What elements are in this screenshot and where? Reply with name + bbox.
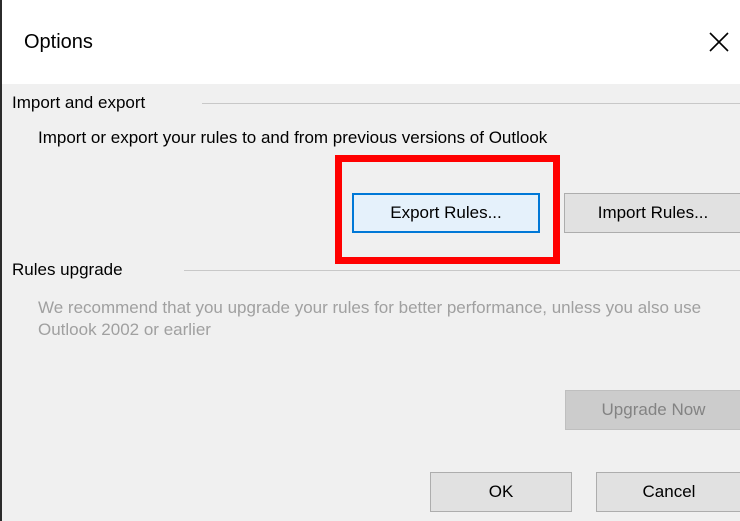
title-bar: Options	[2, 0, 740, 84]
rules-upgrade-heading: Rules upgrade	[12, 260, 133, 280]
close-button[interactable]	[696, 0, 740, 84]
upgrade-now-button[interactable]: Upgrade Now	[565, 390, 740, 430]
ok-button[interactable]: OK	[430, 472, 572, 512]
import-export-description: Import or export your rules to and from …	[38, 128, 548, 147]
options-dialog: Options Import and export Import or expo…	[0, 0, 740, 521]
import-export-heading: Import and export	[12, 93, 156, 113]
rules-upgrade-divider	[184, 270, 740, 271]
dialog-title: Options	[24, 31, 93, 53]
export-rules-button[interactable]: Export Rules...	[352, 193, 540, 233]
rules-upgrade-description: We recommend that you upgrade your rules…	[38, 298, 702, 339]
cancel-button[interactable]: Cancel	[596, 472, 740, 512]
close-icon	[709, 32, 729, 52]
import-export-divider	[202, 103, 740, 104]
import-rules-button[interactable]: Import Rules...	[564, 193, 740, 233]
